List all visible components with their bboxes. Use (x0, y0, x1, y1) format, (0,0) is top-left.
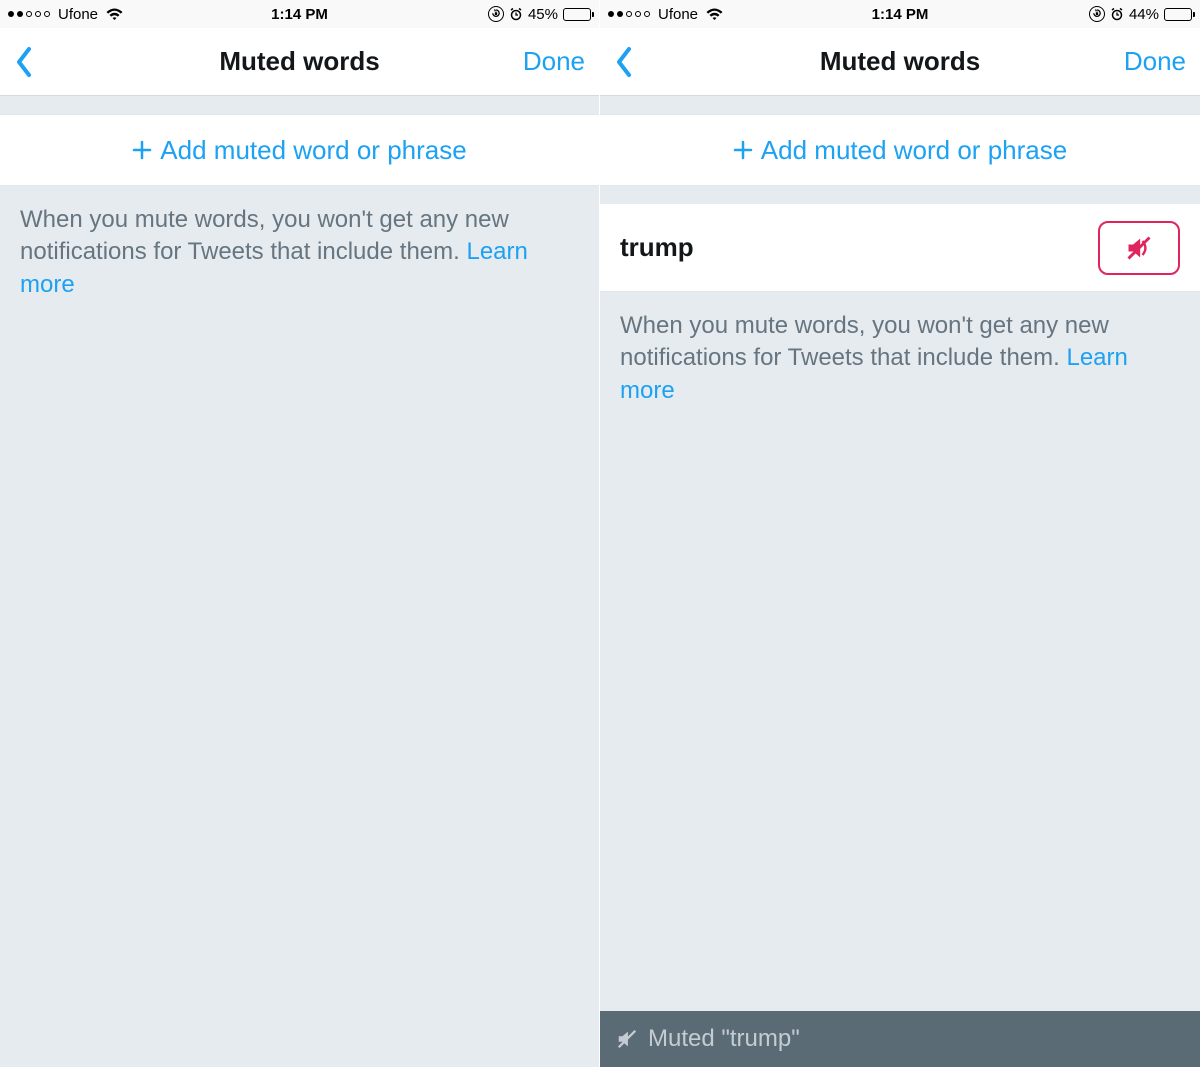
back-button[interactable] (14, 45, 34, 79)
status-right: 44% (1089, 6, 1192, 23)
muted-word-text: trump (620, 232, 694, 263)
nav-title: Muted words (820, 46, 980, 77)
nav-bar: Muted words Done (600, 28, 1200, 96)
alarm-icon (1110, 7, 1124, 21)
speaker-muted-icon (1125, 234, 1153, 262)
add-muted-word-label: Add muted word or phrase (160, 135, 466, 166)
status-time: 1:14 PM (271, 6, 328, 23)
add-muted-word-button[interactable]: Add muted word or phrase (0, 114, 599, 186)
battery-pct-label: 44% (1129, 6, 1159, 23)
signal-dots (8, 11, 50, 17)
toast-text: Muted "trump" (648, 1025, 800, 1053)
carrier-label: Ufone (58, 6, 98, 23)
battery-icon (1164, 8, 1192, 21)
plus-icon (132, 140, 152, 160)
done-button[interactable]: Done (523, 46, 585, 77)
section-gap (600, 186, 1200, 204)
add-muted-word-label: Add muted word or phrase (761, 135, 1067, 166)
section-gap (0, 96, 599, 114)
screen-empty-state: Ufone 1:14 PM 45% Muted words (0, 0, 600, 1067)
battery-icon (563, 8, 591, 21)
nav-title: Muted words (219, 46, 379, 77)
status-left: Ufone (608, 6, 723, 23)
alarm-icon (509, 7, 523, 21)
rotation-lock-icon (488, 6, 504, 22)
rotation-lock-icon (1089, 6, 1105, 22)
nav-bar: Muted words Done (0, 28, 599, 96)
status-time: 1:14 PM (872, 6, 929, 23)
info-text: When you mute words, you won't get any n… (20, 206, 509, 265)
status-left: Ufone (8, 6, 123, 23)
info-text: When you mute words, you won't get any n… (620, 312, 1109, 371)
battery-pct-label: 45% (528, 6, 558, 23)
carrier-label: Ufone (658, 6, 698, 23)
wifi-icon (106, 8, 123, 21)
wifi-icon (706, 8, 723, 21)
info-block: When you mute words, you won't get any n… (0, 186, 599, 319)
add-muted-word-button[interactable]: Add muted word or phrase (600, 114, 1200, 186)
unmute-button[interactable] (1098, 221, 1180, 275)
toast: Muted "trump" (600, 1011, 1200, 1067)
muted-word-row[interactable]: trump (600, 204, 1200, 292)
back-button[interactable] (614, 45, 634, 79)
status-bar: Ufone 1:14 PM 45% (0, 0, 599, 28)
status-bar: Ufone 1:14 PM 44% (600, 0, 1200, 28)
plus-icon (733, 140, 753, 160)
signal-dots (608, 11, 650, 17)
section-gap (600, 96, 1200, 114)
done-button[interactable]: Done (1124, 46, 1186, 77)
status-right: 45% (488, 6, 591, 23)
screen-with-muted-word: Ufone 1:14 PM 44% Muted words (600, 0, 1200, 1067)
speaker-muted-icon (616, 1028, 638, 1050)
info-block: When you mute words, you won't get any n… (600, 292, 1200, 425)
